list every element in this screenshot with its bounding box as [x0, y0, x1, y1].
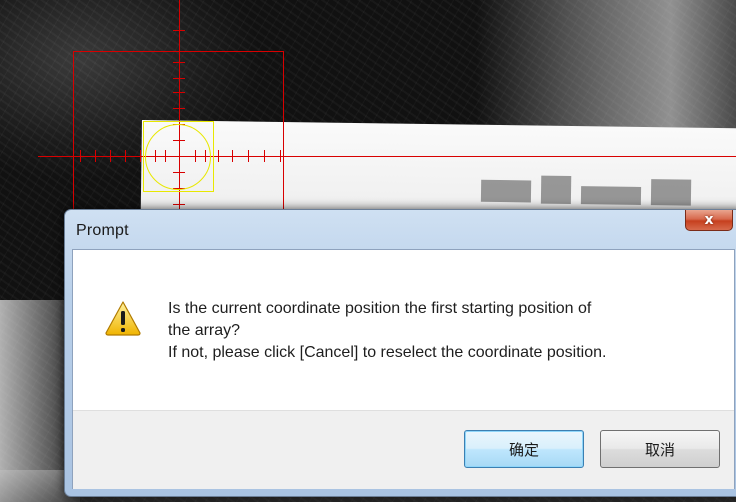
- crosshair-tick: [140, 150, 141, 162]
- crosshair-tick: [173, 108, 185, 109]
- warning-icon: [105, 301, 141, 336]
- close-button[interactable]: x: [685, 210, 733, 231]
- crosshair-tick: [173, 30, 185, 31]
- printed-text-blur: [480, 179, 532, 203]
- target-circle: [145, 124, 211, 190]
- crosshair-tick: [173, 78, 185, 79]
- crosshair-tick: [95, 150, 96, 162]
- dialog-title: Prompt: [76, 222, 129, 239]
- close-icon: x: [704, 212, 714, 228]
- camera-bright-region: [476, 0, 736, 130]
- crosshair-tick: [232, 150, 233, 162]
- crosshair-tick: [110, 150, 111, 162]
- crosshair-tick: [248, 150, 249, 162]
- dialog-body: Is the current coordinate position the f…: [72, 249, 735, 489]
- message-line: the array?: [168, 322, 241, 339]
- message-line: Is the current coordinate position the f…: [168, 300, 592, 317]
- crosshair-tick: [218, 150, 219, 162]
- dialog-message: Is the current coordinate position the f…: [168, 298, 606, 364]
- printed-text-blur: [540, 175, 572, 204]
- dialog-button-bar: 确定 取消: [73, 410, 734, 489]
- printed-text-blur: [650, 179, 692, 206]
- ok-button[interactable]: 确定: [464, 430, 584, 468]
- message-line: If not, please click [Cancel] to reselec…: [168, 344, 607, 361]
- crosshair-tick: [80, 150, 81, 162]
- prompt-dialog: Prompt x Is the current coordinate posit…: [64, 209, 736, 497]
- crosshair-tick: [125, 150, 126, 162]
- crosshair-tick: [173, 92, 185, 93]
- cancel-button[interactable]: 取消: [600, 430, 720, 468]
- crosshair-tick: [264, 150, 265, 162]
- crosshair-tick: [173, 204, 185, 205]
- printed-text-blur: [580, 186, 642, 205]
- crosshair-tick: [280, 150, 281, 162]
- crosshair-tick: [173, 62, 185, 63]
